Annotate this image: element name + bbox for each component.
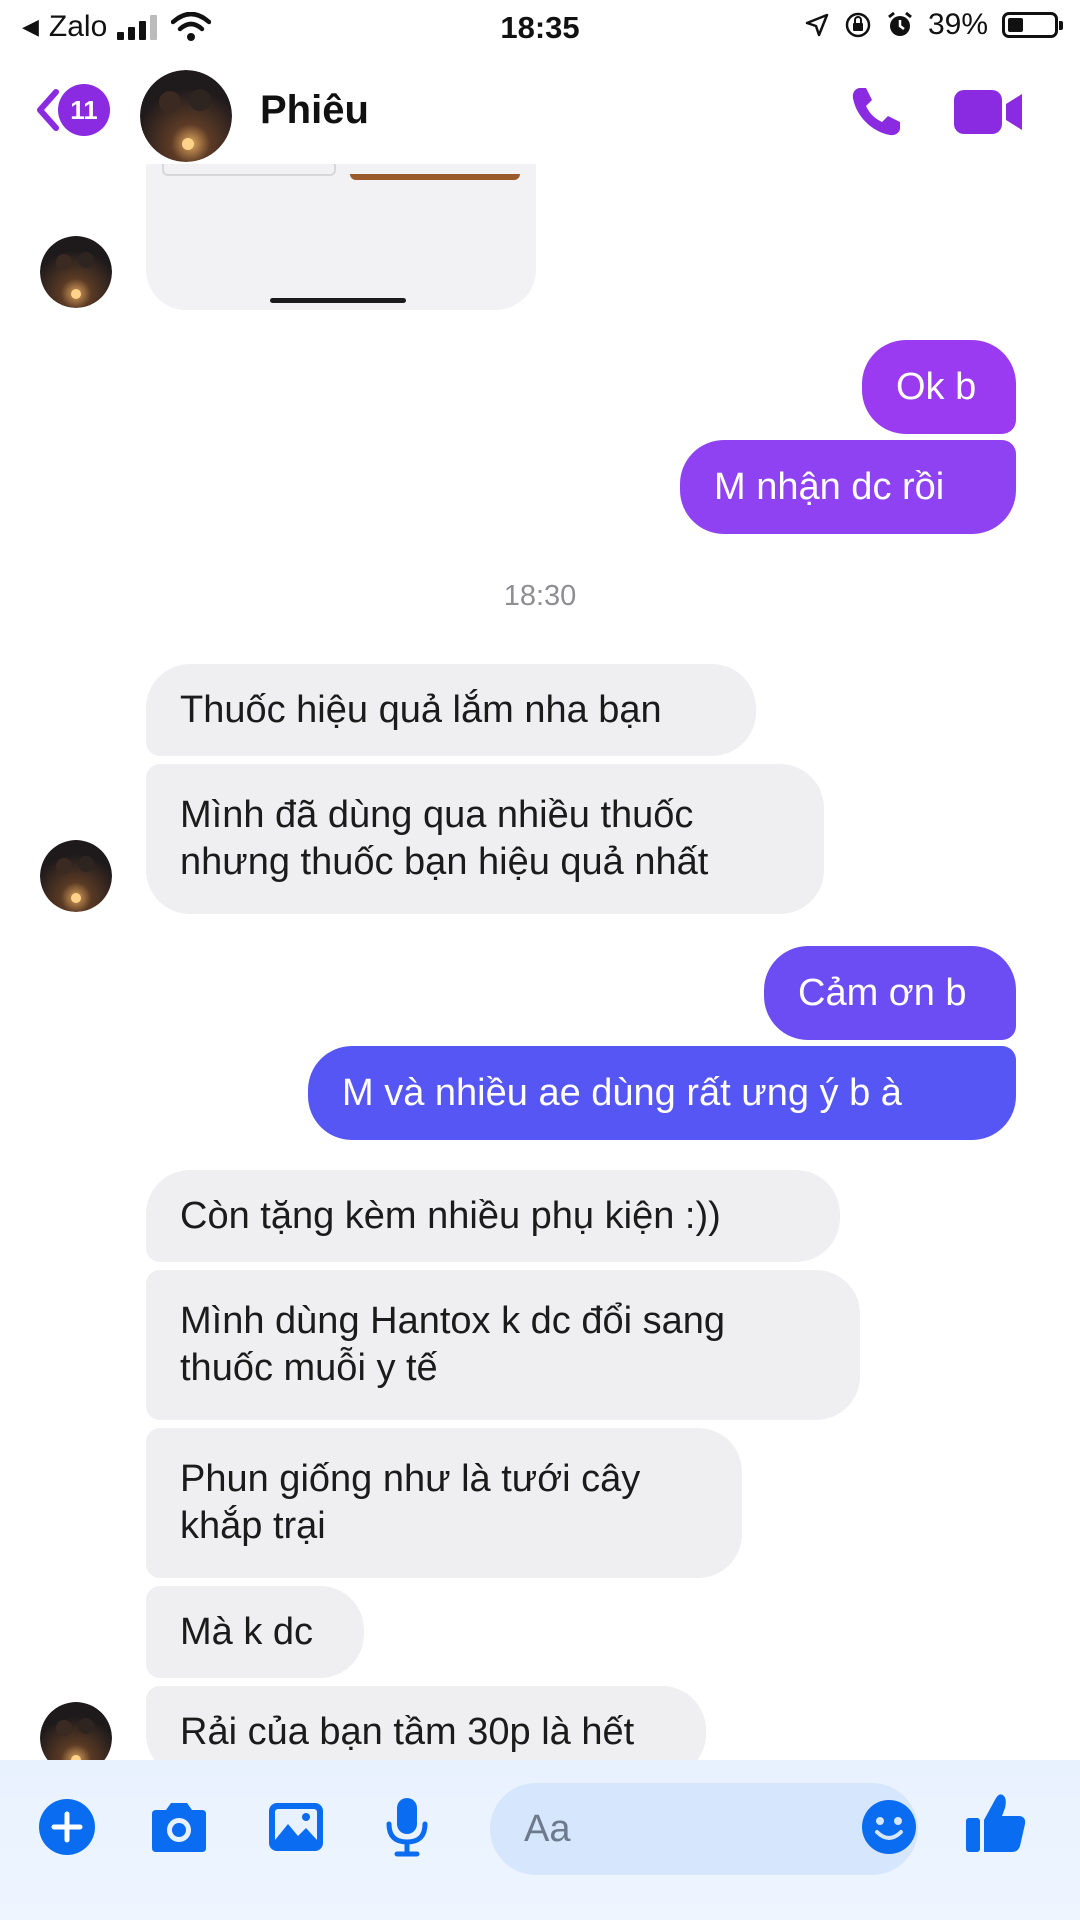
thumbs-up-icon[interactable] xyxy=(964,1790,1028,1856)
incoming-message[interactable]: Mình dùng Hantox k dc đổi sang thuốc muỗ… xyxy=(146,1270,860,1420)
contact-avatar[interactable] xyxy=(40,236,112,308)
contact-avatar[interactable] xyxy=(40,840,112,912)
camera-icon[interactable] xyxy=(148,1800,210,1854)
incoming-message[interactable]: Phun giống như là tưới cây khắp trại xyxy=(146,1428,742,1578)
incoming-message[interactable]: Mình đã dùng qua nhiều thuốc nhưng thuốc… xyxy=(146,764,824,914)
microphone-icon[interactable] xyxy=(384,1796,430,1858)
message-text: khắp trại xyxy=(180,1505,326,1547)
chat-header: 11 Phiêu xyxy=(0,60,1080,164)
message-text: Còn tặng kèm nhiều phụ kiện :)) xyxy=(180,1194,721,1237)
plus-icon[interactable] xyxy=(38,1798,96,1856)
message-text: Cảm ơn b xyxy=(798,971,967,1014)
message-text: Mình dùng Hantox k dc đổi sang xyxy=(180,1300,726,1342)
card-scroll-indicator xyxy=(270,298,406,303)
message-text: Thuốc hiệu quả lắm nha bạn xyxy=(180,688,662,731)
message-text: nhưng thuốc bạn hiệu quả nhất xyxy=(180,841,709,883)
message-text: M và nhiều ae dùng rất ưng ý b à xyxy=(342,1071,902,1114)
message-text: Rải của bạn tầm 30p là hết xyxy=(180,1710,635,1753)
incoming-message[interactable]: Còn tặng kèm nhiều phụ kiện :)) xyxy=(146,1170,840,1262)
video-camera-icon[interactable] xyxy=(952,86,1024,138)
contact-avatar[interactable] xyxy=(140,70,232,162)
incoming-message[interactable]: Mà k dc xyxy=(146,1586,364,1678)
message-list[interactable]: Ok b M nhận dc rồi 18:30 Thuốc hiệu quả … xyxy=(0,0,1080,1920)
contact-name[interactable]: Phiêu xyxy=(260,88,369,133)
outgoing-message[interactable]: M và nhiều ae dùng rất ưng ý b à xyxy=(308,1046,1016,1140)
unread-badge: 11 xyxy=(58,84,110,136)
message-text: M nhận dc rồi xyxy=(714,465,945,508)
message-input[interactable]: Aa xyxy=(490,1783,918,1875)
incoming-message[interactable]: Thuốc hiệu quả lắm nha bạn xyxy=(146,664,756,756)
back-button[interactable]: 11 xyxy=(32,84,110,136)
message-text: Phun giống như là tưới cây xyxy=(180,1458,641,1500)
outgoing-message[interactable]: Ok b xyxy=(862,340,1016,434)
message-text: Ok b xyxy=(896,365,977,408)
emoji-icon[interactable] xyxy=(860,1798,918,1856)
message-text: Mình đã dùng qua nhiều thuốc xyxy=(180,794,694,836)
timestamp-divider: 18:30 xyxy=(503,580,577,612)
outgoing-message[interactable]: M nhận dc rồi xyxy=(680,440,1016,534)
message-text: Mà k dc xyxy=(180,1610,314,1653)
message-placeholder: Aa xyxy=(524,1807,571,1850)
message-text: thuốc muỗi y tế xyxy=(180,1347,438,1389)
phone-icon[interactable] xyxy=(846,82,906,142)
gallery-icon[interactable] xyxy=(266,1800,326,1854)
outgoing-message[interactable]: Cảm ơn b xyxy=(764,946,1016,1040)
